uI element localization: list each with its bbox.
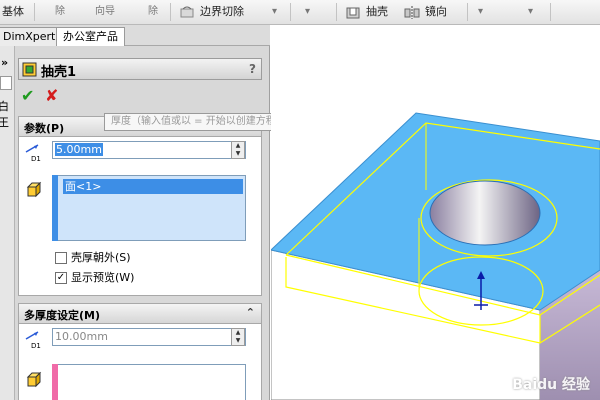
toolbar-separator (336, 3, 337, 21)
toolbar-item-base[interactable]: 基体 (2, 3, 24, 21)
clipped-label: 白王 (0, 100, 9, 129)
shell-outward-checkbox[interactable] (55, 252, 67, 264)
collapse-icon[interactable]: ⌃ (246, 306, 255, 319)
graphics-viewport[interactable]: Baidu 经验 (271, 25, 600, 400)
multi-faces-icon (26, 371, 42, 388)
thickness-input[interactable]: 5.00mm (52, 141, 246, 159)
toolbar-separator (290, 3, 291, 21)
shell-model-view (271, 112, 600, 400)
command-toolbar: 基体 除 向导 除 边界切除 ▾ ▾ 抽壳 镜向 ▾ ▾ (0, 0, 600, 25)
dropdown-icon[interactable]: ▾ (528, 3, 533, 21)
show-preview-checkbox[interactable]: ✓ (55, 272, 67, 284)
help-icon[interactable]: ? (249, 62, 256, 76)
parameters-group-title: 参数(P) (24, 122, 65, 135)
ok-button[interactable]: ✔ (21, 86, 34, 105)
toolbar-item-cut2[interactable]: 除 (148, 3, 158, 21)
thickness-dimension-icon: D1 (25, 144, 41, 163)
shell-feature-icon (22, 62, 37, 77)
multi-thickness-dimension-icon: D1 (25, 331, 41, 350)
toolbar-item-cut[interactable]: 除 (55, 3, 65, 21)
panel-box (0, 76, 12, 90)
dropdown-icon[interactable]: ▾ (478, 3, 483, 21)
toolbar-item-shell[interactable]: 抽壳 (366, 3, 388, 21)
dropdown-icon[interactable]: ▾ (272, 3, 277, 21)
listbox-accent-pink (52, 364, 58, 400)
command-tabs: DimXpert 办公室产品 (0, 25, 270, 46)
hole-wall (429, 180, 541, 246)
faces-listbox[interactable]: 面<1> (52, 175, 246, 241)
dropdown-icon[interactable]: ▾ (305, 3, 310, 21)
toolbar-item-boundary-cut[interactable]: 边界切除 (200, 3, 244, 21)
toolbar-separator (34, 3, 35, 21)
multi-thickness-group-header[interactable]: 多厚度设定(M) ⌃ (19, 304, 261, 324)
show-preview-label: 显示预览(W) (71, 271, 135, 284)
multi-thickness-group-title: 多厚度设定(M) (24, 309, 101, 322)
toolbar-separator (170, 3, 171, 21)
feature-title: 抽壳1 (41, 65, 77, 80)
boundary-cut-icon[interactable] (179, 4, 195, 20)
mirror-icon[interactable] (404, 4, 420, 20)
toolbar-separator (550, 3, 551, 21)
thickness-spinner[interactable]: ▲ ▼ (231, 141, 245, 159)
multi-thickness-spinner[interactable]: ▲ ▼ (231, 328, 245, 346)
shell-outward-label: 壳厚朝外(S) (71, 251, 131, 264)
shell-icon[interactable] (345, 4, 361, 20)
multi-thickness-value: 10.00mm (55, 330, 108, 343)
thickness-dim-label: D1 (31, 155, 41, 163)
cancel-button[interactable]: ✘ (45, 86, 58, 105)
multi-thickness-group: 多厚度设定(M) ⌃ D1 10.00mm ▲ ▼ (18, 303, 262, 400)
toolbar-item-mirror[interactable]: 镜向 (425, 3, 447, 21)
faces-to-remove-icon (26, 181, 42, 198)
listbox-accent (52, 175, 58, 241)
multi-faces-listbox[interactable] (52, 364, 246, 400)
multi-dim-label: D1 (31, 342, 41, 350)
property-manager: 抽壳1 ? ✔ ✘ 参数(P) ⌃ D1 5.00mm ▲▼ 面<1> (15, 46, 270, 400)
toolbar-separator (467, 3, 468, 21)
parameters-group: 参数(P) ⌃ D1 5.00mm ▲▼ 面<1> 壳厚朝外(S) ✓ 显示预览… (18, 116, 262, 296)
expand-chevron-icon[interactable]: » (1, 56, 8, 69)
face-list-item[interactable]: 面<1> (63, 179, 243, 194)
feature-header: 抽壳1 ? (18, 58, 262, 80)
thickness-value: 5.00mm (55, 143, 103, 156)
tab-office-products[interactable]: 办公室产品 (56, 27, 125, 46)
tab-dimxpert[interactable]: DimXpert (0, 27, 63, 46)
watermark: Baidu 经验 (512, 377, 590, 393)
multi-thickness-input[interactable]: 10.00mm (52, 328, 246, 346)
left-panel-strip: » 白王 (0, 46, 15, 400)
toolbar-item-wizard[interactable]: 向导 (95, 3, 115, 21)
